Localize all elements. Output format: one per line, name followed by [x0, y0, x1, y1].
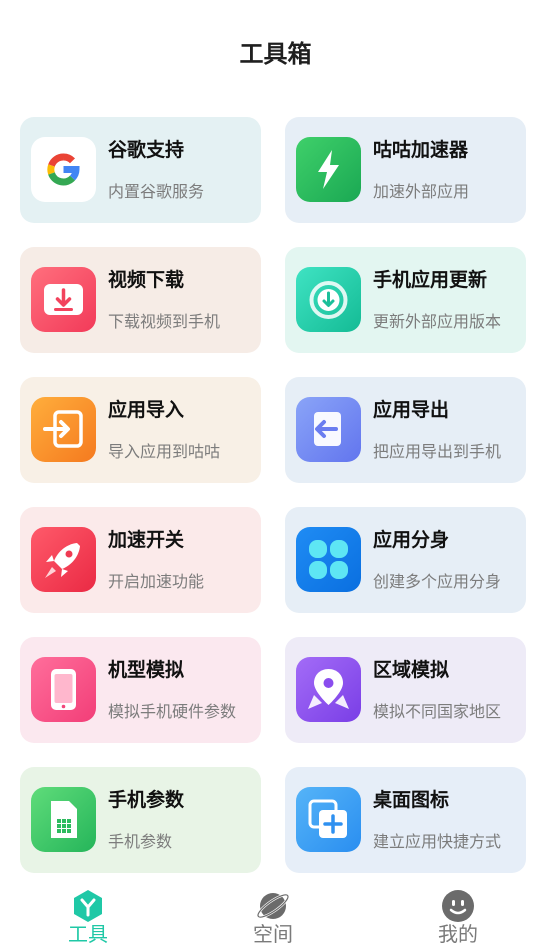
update-icon	[296, 267, 361, 332]
tool-subtitle: 把应用导出到手机	[373, 442, 502, 461]
tool-card-app-clone[interactable]: 应用分身 创建多个应用分身	[285, 507, 526, 613]
location-icon	[296, 657, 361, 722]
export-icon	[296, 397, 361, 462]
tool-subtitle: 更新外部应用版本	[373, 312, 502, 331]
phone-icon	[31, 657, 96, 722]
tool-subtitle: 导入应用到咕咕	[108, 442, 221, 461]
tool-title: 应用分身	[373, 529, 450, 551]
tool-title: 桌面图标	[373, 789, 450, 811]
tool-title: 谷歌支持	[108, 139, 185, 161]
tab-label: 空间	[253, 922, 293, 946]
tool-subtitle: 模拟手机硬件参数	[108, 702, 237, 721]
tool-title: 应用导出	[373, 399, 450, 421]
tool-subtitle: 下载视频到手机	[108, 312, 221, 331]
tab-space[interactable]: 空间	[213, 878, 333, 948]
tool-title: 加速开关	[108, 529, 185, 551]
tool-subtitle: 加速外部应用	[373, 182, 470, 201]
tool-card-google[interactable]: 谷歌支持 内置谷歌服务	[20, 117, 261, 223]
header: 工具箱	[0, 0, 551, 100]
tool-card-region[interactable]: 区域模拟 模拟不同国家地区	[285, 637, 526, 743]
tool-card-app-update[interactable]: 手机应用更新 更新外部应用版本	[285, 247, 526, 353]
tool-card-app-import[interactable]: 应用导入 导入应用到咕咕	[20, 377, 261, 483]
tool-subtitle: 模拟不同国家地区	[373, 702, 502, 721]
tool-card-device-model[interactable]: 机型模拟 模拟手机硬件参数	[20, 637, 261, 743]
lightning-icon	[296, 137, 361, 202]
rocket-icon	[31, 527, 96, 592]
tool-subtitle: 手机参数	[108, 832, 173, 851]
bottom-tab-bar: 工具 空间 我的	[0, 878, 551, 952]
tool-subtitle: 建立应用快捷方式	[373, 832, 502, 851]
tool-card-video-download[interactable]: 视频下载 下载视频到手机	[20, 247, 261, 353]
page-title: 工具箱	[239, 40, 312, 68]
tool-subtitle: 开启加速功能	[108, 572, 205, 591]
tool-title: 手机参数	[108, 789, 185, 811]
tab-label: 我的	[438, 922, 478, 946]
google-icon	[31, 137, 96, 202]
tool-card-desktop-shortcut[interactable]: 桌面图标 建立应用快捷方式	[285, 767, 526, 873]
import-icon	[31, 397, 96, 462]
tab-label: 工具	[68, 922, 108, 946]
tool-card-speed-switch[interactable]: 加速开关 开启加速功能	[20, 507, 261, 613]
shortcut-icon	[296, 787, 361, 852]
tool-title: 应用导入	[108, 399, 185, 421]
tool-title: 手机应用更新	[373, 269, 488, 291]
sim-card-icon	[31, 787, 96, 852]
tool-card-accelerator[interactable]: 咕咕加速器 加速外部应用	[285, 117, 526, 223]
download-icon	[31, 267, 96, 332]
tool-title: 咕咕加速器	[373, 139, 469, 161]
tool-subtitle: 内置谷歌服务	[108, 182, 205, 201]
tool-card-phone-params[interactable]: 手机参数 手机参数	[20, 767, 261, 873]
tool-title: 区域模拟	[373, 659, 450, 681]
tool-title: 视频下载	[108, 269, 185, 291]
tool-title: 机型模拟	[108, 659, 185, 681]
tab-mine[interactable]: 我的	[398, 878, 518, 948]
clover-icon	[296, 527, 361, 592]
tool-card-app-export[interactable]: 应用导出 把应用导出到手机	[285, 377, 526, 483]
tab-tools[interactable]: 工具	[28, 878, 148, 948]
tool-subtitle: 创建多个应用分身	[373, 572, 502, 591]
